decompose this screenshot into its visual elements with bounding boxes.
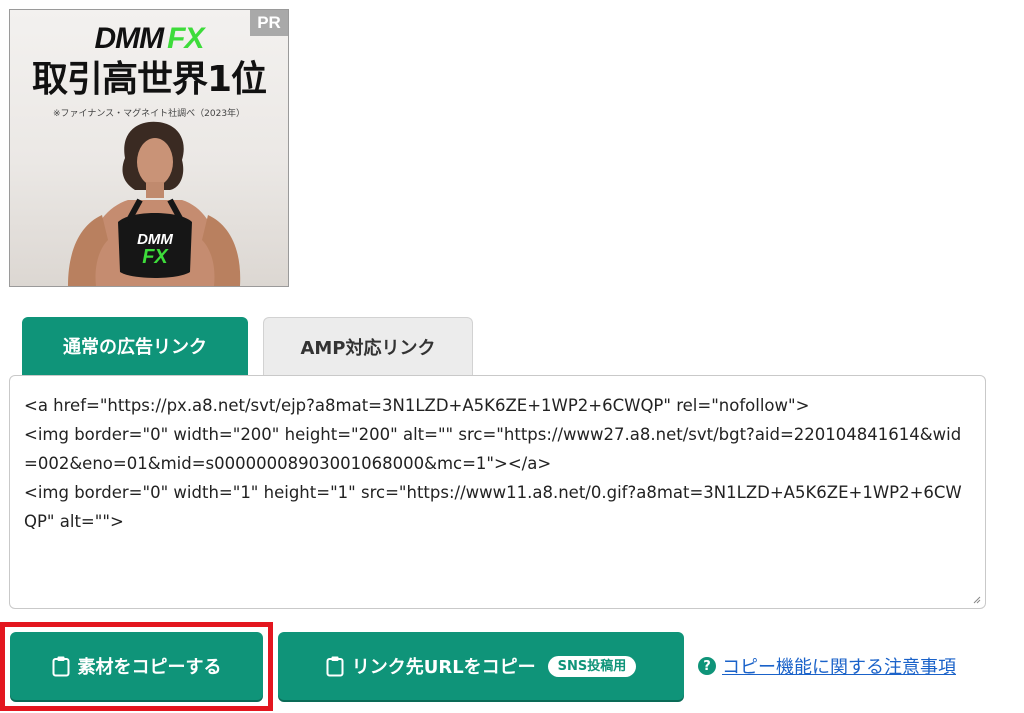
resize-handle-icon[interactable] <box>971 594 981 604</box>
copy-material-label: 素材をコピーする <box>77 657 222 678</box>
ad-headline: 取引高世界1位 <box>31 59 267 100</box>
ad-code-textarea[interactable]: <a href="https://px.a8.net/svt/ejp?a8mat… <box>9 375 986 609</box>
shirt-dmm: DMM <box>137 231 173 248</box>
tab-standard-link[interactable]: 通常の広告リンク <box>22 317 248 375</box>
copy-notes-link-text[interactable]: コピー機能に関する注意事項 <box>722 653 956 679</box>
question-icon: ? <box>698 657 716 675</box>
ad-note: ※ファイナンス・マグネイト社調べ（2023年） <box>52 109 246 119</box>
copy-material-button[interactable]: 素材をコピーする <box>10 632 263 700</box>
ad-banner[interactable]: PR DMM FX 取引高世界1位 ※ファイナンス・マグネイト社調べ（2023年）… <box>9 9 289 287</box>
copy-notes-link[interactable]: ? コピー機能に関する注意事項 <box>698 653 956 679</box>
clipboard-icon <box>326 655 344 677</box>
brand-fx: FX <box>167 22 204 55</box>
sns-badge: SNS投稿用 <box>547 655 637 677</box>
clipboard-icon <box>52 655 70 677</box>
shirt-logo: DMM FX <box>132 232 178 267</box>
tab-amp-link[interactable]: AMP対応リンク <box>263 317 473 375</box>
brand-dmm: DMM <box>94 22 165 55</box>
copy-url-button[interactable]: リンク先URLをコピー SNS投稿用 <box>278 632 684 700</box>
ad-code-text: <a href="https://px.a8.net/svt/ejp?a8mat… <box>24 396 962 531</box>
brand-logo: DMM FX <box>10 24 288 54</box>
shirt-fx: FX <box>142 246 168 268</box>
copy-url-label: リンク先URLをコピー <box>351 657 536 678</box>
